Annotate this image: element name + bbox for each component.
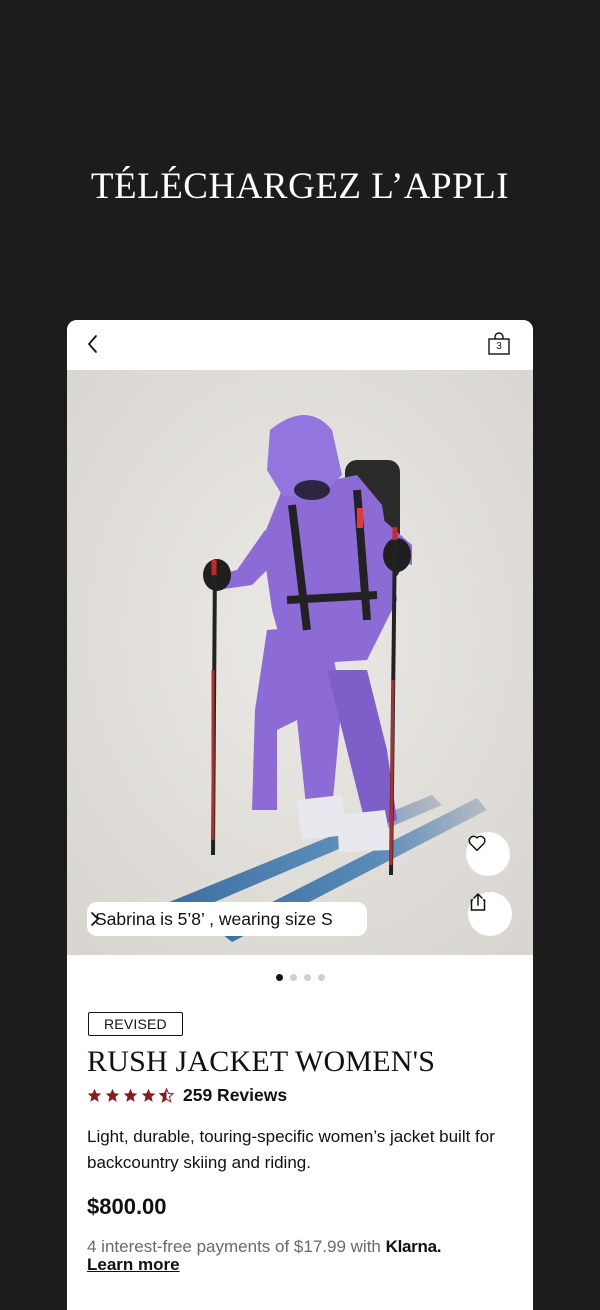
app-preview-card: 3 Sabrina is 5’8’ , wearing size S REVIS… (67, 320, 533, 1310)
star-icon (105, 1088, 120, 1102)
carousel-dot[interactable] (289, 974, 297, 981)
learn-more-link[interactable]: Learn more (87, 1255, 180, 1275)
product-price: $800.00 (87, 1194, 167, 1219)
promo-headline: TÉLÉCHARGEZ L’APPLI (90, 166, 510, 207)
star-icon (87, 1088, 102, 1102)
chevron-right-icon (91, 912, 99, 926)
skier-photo (67, 370, 533, 955)
carousel-dot[interactable] (303, 974, 311, 981)
klarna-logo: Klarna. (385, 1237, 442, 1256)
product-rating[interactable]: 259 Reviews (87, 1085, 287, 1106)
star-rating (87, 1088, 174, 1103)
heart-icon (468, 835, 486, 852)
favorite-button[interactable] (466, 832, 510, 876)
star-icon (123, 1088, 138, 1102)
product-title: RUSH JACKET WOMEN'S (87, 1045, 436, 1078)
cart-button[interactable]: 3 (487, 331, 513, 357)
product-badge: REVISED (88, 1012, 183, 1036)
carousel-dot[interactable] (317, 974, 325, 981)
product-image[interactable]: Sabrina is 5’8’ , wearing size S (67, 370, 533, 955)
back-button[interactable] (81, 332, 105, 356)
carousel-dot[interactable] (275, 974, 283, 981)
reviews-link[interactable]: 259 Reviews (183, 1085, 287, 1106)
model-size-text: Sabrina is 5’8’ , wearing size S (95, 908, 333, 929)
installments-info: 4 interest-free payments of $17.99 with … (87, 1237, 441, 1257)
top-bar: 3 (67, 320, 533, 370)
cart-count: 3 (496, 341, 502, 352)
chevron-left-icon (88, 335, 97, 353)
model-size-info[interactable]: Sabrina is 5’8’ , wearing size S (87, 902, 367, 936)
installments-text: 4 interest-free payments of $17.99 with (87, 1237, 381, 1256)
half-star-icon (159, 1088, 174, 1103)
product-description: Light, durable, touring-specific women’s… (87, 1127, 495, 1172)
star-icon (141, 1088, 156, 1102)
share-button[interactable] (468, 892, 512, 936)
carousel-indicator (67, 974, 533, 981)
share-icon (470, 893, 486, 911)
